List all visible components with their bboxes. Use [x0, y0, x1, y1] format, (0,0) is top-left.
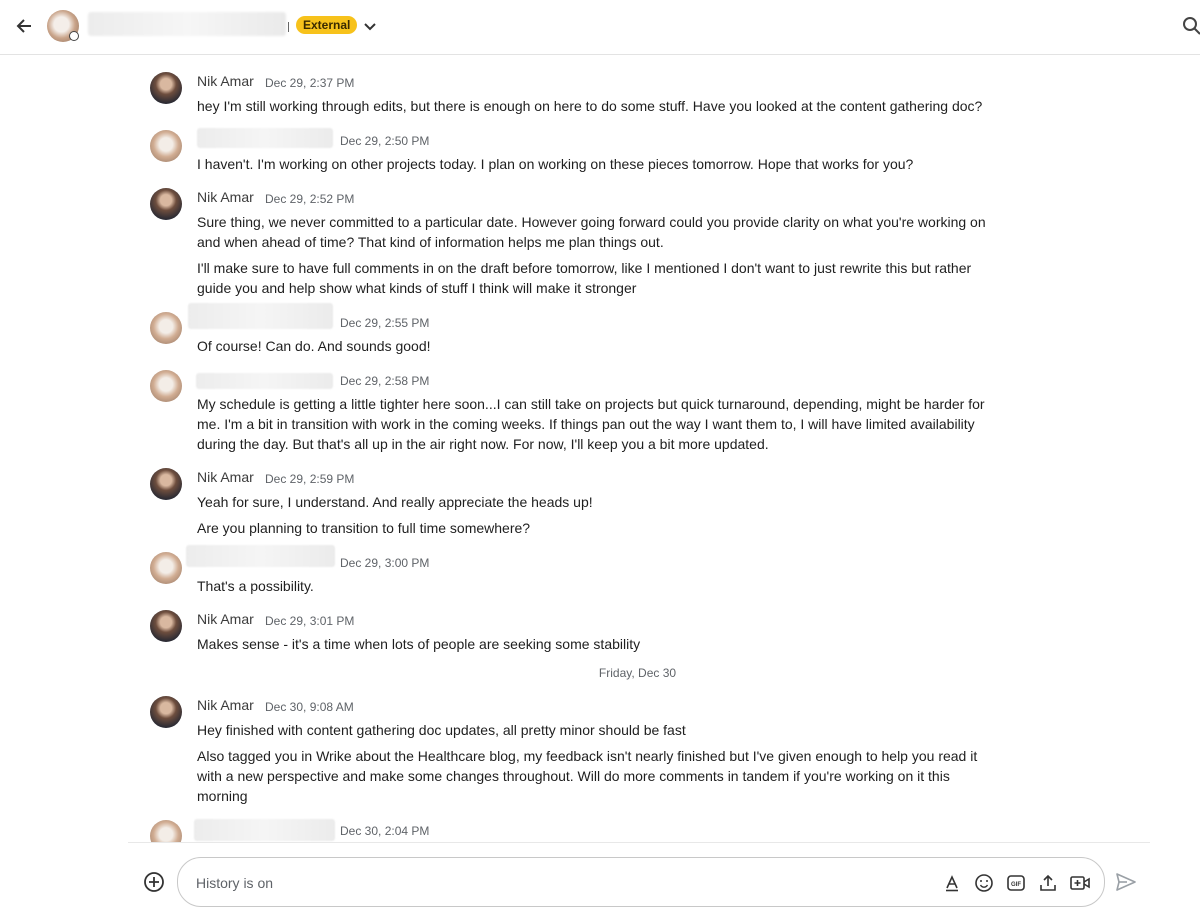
sender-name-redacted[interactable]: [194, 819, 335, 841]
sender-name[interactable]: Nik Amar: [197, 697, 254, 713]
sender-name-redacted[interactable]: [186, 545, 335, 567]
sender-name[interactable]: Nik Amar: [197, 189, 254, 205]
avatar[interactable]: [150, 468, 182, 500]
message-text: Also tagged you in Wrike about the Healt…: [197, 748, 978, 804]
message-time: Dec 29, 2:37 PM: [265, 76, 355, 90]
message-time: Dec 29, 3:01 PM: [265, 614, 355, 628]
sender-name[interactable]: Nik Amar: [197, 469, 254, 485]
divider: [288, 22, 289, 32]
avatar[interactable]: [150, 312, 182, 344]
message-text: I'll make sure to have full comments in …: [197, 260, 972, 296]
message-text: I haven't. I'm working on other projects…: [197, 156, 914, 172]
message-time: Dec 29, 2:58 PM: [340, 374, 430, 388]
message-time: Dec 29, 2:55 PM: [340, 316, 430, 330]
message-input[interactable]: [194, 872, 898, 894]
search-icon[interactable]: [1180, 14, 1200, 38]
chevron-down-icon[interactable]: [361, 17, 379, 35]
avatar[interactable]: [150, 696, 182, 728]
sender-name-redacted[interactable]: [196, 373, 333, 389]
message-text: Are you planning to transition to full t…: [197, 520, 531, 536]
message-text: hey I'm still working through edits, but…: [197, 98, 983, 114]
send-icon[interactable]: [1114, 871, 1138, 893]
back-arrow-icon[interactable]: [10, 12, 38, 40]
svg-text:GIF: GIF: [1011, 882, 1021, 888]
message-list[interactable]: Nik Amar Dec 29, 2:37 PM hey I'm still w…: [0, 55, 1150, 842]
message-text: Of course! Can do. And sounds good!: [197, 338, 431, 354]
avatar[interactable]: [150, 552, 182, 584]
contact-name-redacted[interactable]: [88, 12, 286, 36]
sender-name[interactable]: Nik Amar: [197, 73, 254, 89]
date-divider: Friday, Dec 30: [598, 666, 677, 680]
external-badge: External: [296, 16, 358, 34]
gif-icon[interactable]: GIF: [1005, 872, 1027, 894]
format-text-icon[interactable]: [941, 872, 963, 894]
add-circle-icon[interactable]: [143, 871, 165, 893]
message-text: Sure thing, we never committed to a part…: [197, 214, 986, 250]
avatar[interactable]: [150, 188, 182, 220]
presence-icon: [69, 31, 79, 41]
message-text: Yeah for sure, I understand. And really …: [197, 494, 593, 510]
message-time: Dec 29, 2:50 PM: [340, 134, 430, 148]
chat-header: External: [0, 0, 1200, 55]
message-time: Dec 30, 2:04 PM: [340, 824, 430, 838]
message-time: Dec 30, 9:08 AM: [265, 700, 354, 714]
avatar[interactable]: [150, 72, 182, 104]
message-text: My schedule is getting a little tighter …: [197, 396, 985, 452]
sender-name-redacted[interactable]: [188, 303, 333, 329]
avatar[interactable]: [150, 130, 182, 162]
avatar[interactable]: [150, 610, 182, 642]
sender-name-redacted[interactable]: [197, 128, 333, 148]
message-time: Dec 29, 2:59 PM: [265, 472, 355, 486]
message-text: Hey finished with content gathering doc …: [197, 722, 686, 738]
message-text: Makes sense - it's a time when lots of p…: [197, 636, 641, 652]
message-time: Dec 29, 2:52 PM: [265, 192, 355, 206]
video-meeting-icon[interactable]: [1069, 872, 1091, 894]
message-time: Dec 29, 3:00 PM: [340, 556, 430, 570]
sender-name[interactable]: Nik Amar: [197, 611, 254, 627]
avatar[interactable]: [150, 370, 182, 402]
emoji-icon[interactable]: [973, 872, 995, 894]
upload-icon[interactable]: [1037, 872, 1059, 894]
message-text: That's a possibility.: [197, 578, 314, 594]
composer-divider: [128, 842, 1150, 843]
avatar[interactable]: [150, 820, 182, 842]
